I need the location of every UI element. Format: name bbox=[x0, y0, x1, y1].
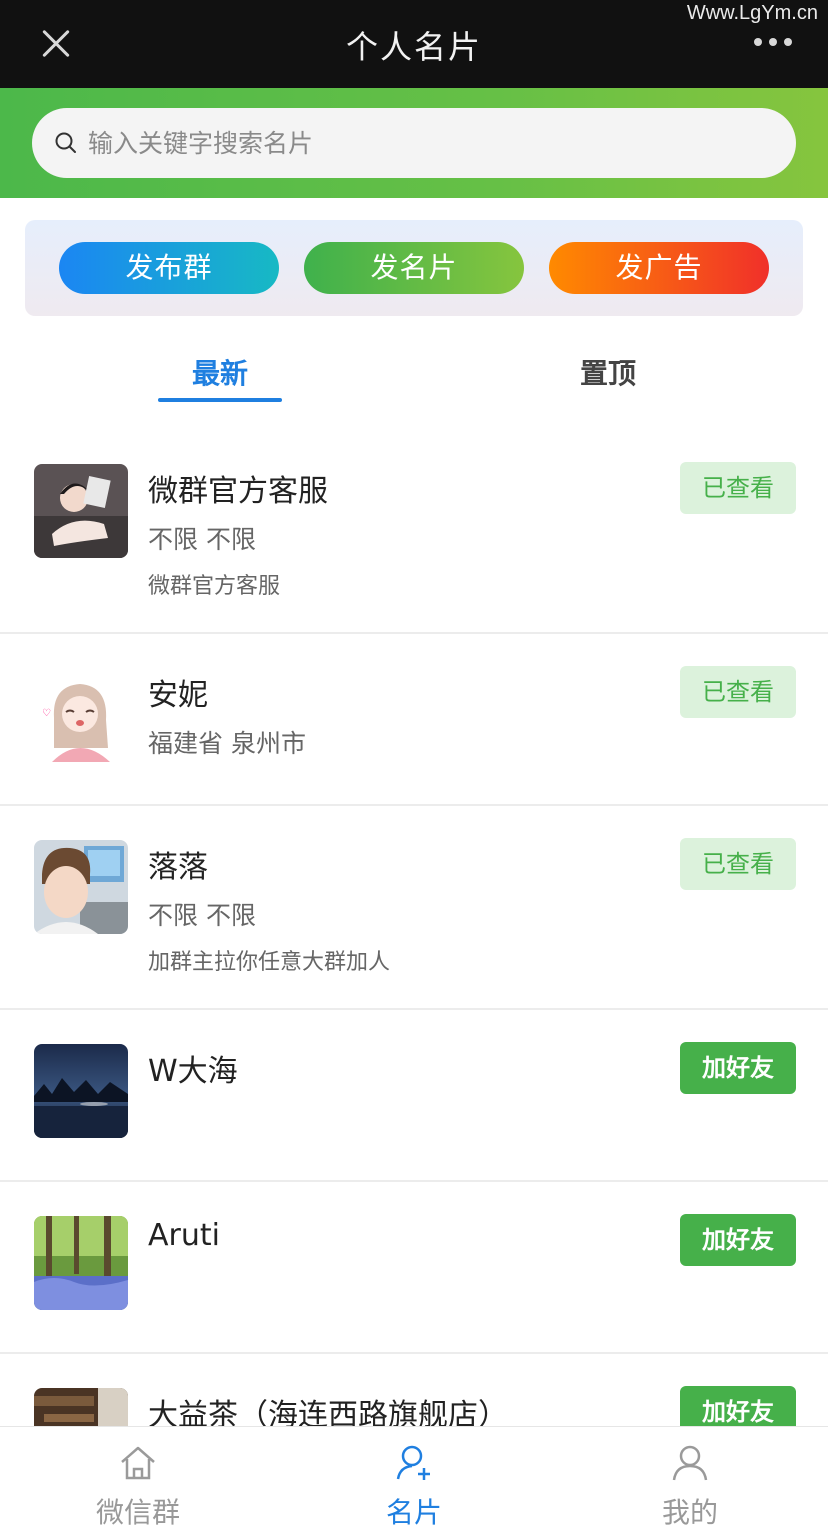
card-description: 加群主拉你任意大群加人 bbox=[148, 950, 391, 975]
bottom-nav: 微信群 名片 我的 bbox=[0, 1426, 828, 1532]
watermark: Www.LgYm.cn bbox=[686, 2, 818, 24]
active-tab-indicator bbox=[158, 398, 282, 402]
add-friend-button[interactable]: 加好友 bbox=[680, 1214, 796, 1266]
card-location: 不限 不限 bbox=[148, 525, 256, 554]
card-row[interactable]: W大海 加好友 bbox=[0, 1010, 828, 1182]
avatar bbox=[34, 1044, 128, 1138]
add-friend-button[interactable]: 加好友 bbox=[680, 1042, 796, 1094]
home-icon bbox=[121, 1446, 155, 1480]
card-name: W大海 bbox=[148, 1054, 238, 1089]
card-name: 安妮 bbox=[148, 678, 208, 713]
search-icon bbox=[55, 132, 76, 153]
card-name: 落落 bbox=[148, 850, 208, 885]
card-location: 福建省 泉州市 bbox=[148, 729, 306, 758]
publish-group-button[interactable]: 发布群 bbox=[59, 242, 279, 294]
search-box[interactable] bbox=[32, 108, 796, 178]
card-row[interactable]: 微群官方客服 不限 不限 微群官方客服 已查看 bbox=[0, 432, 828, 634]
viewed-badge[interactable]: 已查看 bbox=[680, 666, 796, 718]
nav-item-cards[interactable]: 名片 bbox=[276, 1427, 552, 1532]
nav-item-me[interactable]: 我的 bbox=[552, 1427, 828, 1532]
avatar: ♡ bbox=[34, 668, 128, 762]
publish-ad-button[interactable]: 发广告 bbox=[549, 242, 769, 294]
card-row[interactable]: 落落 不限 不限 加群主拉你任意大群加人 已查看 bbox=[0, 806, 828, 1010]
svg-text:♡: ♡ bbox=[42, 708, 51, 719]
nav-item-groups[interactable]: 微信群 bbox=[0, 1427, 276, 1532]
viewed-badge[interactable]: 已查看 bbox=[680, 462, 796, 514]
more-dots-icon[interactable] bbox=[754, 38, 792, 46]
nav-label: 名片 bbox=[385, 1496, 442, 1529]
nav-label: 微信群 bbox=[95, 1496, 180, 1529]
top-nav-bar: 个人名片 Www.LgYm.cn bbox=[0, 0, 828, 88]
card-name: Aruti bbox=[148, 1218, 220, 1253]
card-row[interactable]: Aruti 加好友 bbox=[0, 1182, 828, 1354]
tab-pinned[interactable]: 置顶 bbox=[546, 352, 670, 392]
avatar bbox=[34, 1216, 128, 1310]
search-band bbox=[0, 88, 828, 198]
add-contact-icon bbox=[396, 1445, 430, 1480]
card-name: 微群官方客服 bbox=[148, 474, 328, 509]
avatar bbox=[34, 840, 128, 934]
page-title: 个人名片 bbox=[345, 28, 482, 66]
tab-latest[interactable]: 最新 bbox=[158, 352, 282, 392]
viewed-badge[interactable]: 已查看 bbox=[680, 838, 796, 890]
user-icon bbox=[672, 1445, 708, 1481]
publish-card-button[interactable]: 发名片 bbox=[304, 242, 524, 294]
card-description: 微群官方客服 bbox=[148, 574, 281, 599]
card-row[interactable]: ♡ 安妮 福建省 泉州市 已查看 bbox=[0, 634, 828, 806]
action-panel: 发布群 发名片 发广告 bbox=[25, 220, 803, 316]
card-location: 不限 不限 bbox=[148, 901, 256, 930]
avatar bbox=[34, 464, 128, 558]
search-input[interactable] bbox=[88, 108, 778, 178]
nav-label: 我的 bbox=[661, 1496, 718, 1529]
